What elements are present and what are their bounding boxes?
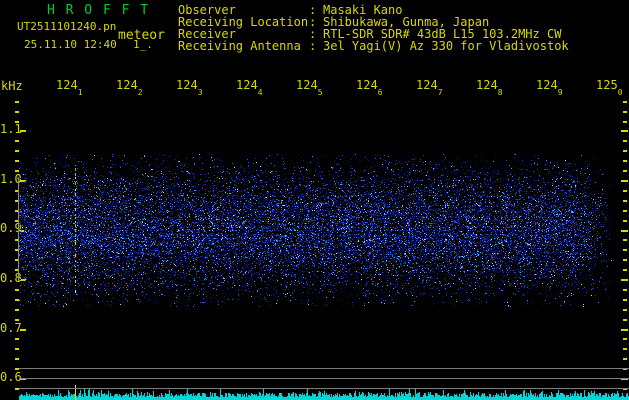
info-row: Receiving Antenna:3el Yagi(V) Az 330 for…	[178, 40, 569, 52]
hrofft-frame: H R O F F T UT2511101240.pn meteor 25.11…	[0, 0, 629, 400]
band-edge-line	[18, 178, 19, 281]
capture-filename: UT2511101240.pn	[17, 20, 117, 33]
signal-gridline	[19, 368, 629, 369]
freq-axis-unit: kHz	[1, 79, 23, 93]
time-tick-label: 1246	[356, 78, 383, 97]
freq-tick-label: 0.6	[0, 370, 22, 384]
time-tick-label: 1244	[236, 78, 263, 97]
info-colon: :	[309, 39, 317, 53]
capture-datetime: 25.11.10 12:40	[24, 38, 117, 51]
app-logo: H R O F F T	[47, 3, 150, 18]
time-tick-label: 1249	[536, 78, 563, 97]
signal-level-canvas	[19, 384, 629, 400]
counter-text: 1_.	[133, 38, 153, 51]
info-key: Receiving Antenna	[178, 39, 301, 53]
time-tick-label: 1248	[476, 78, 503, 97]
time-tick-label: 1242	[116, 78, 143, 97]
time-tick-label: 1245	[296, 78, 323, 97]
signal-gridline	[19, 388, 629, 389]
time-tick-label: 1250	[596, 78, 623, 97]
info-value: 3el Yagi(V) Az 330 for Vladivostok	[323, 39, 569, 53]
spectrogram-canvas	[19, 100, 629, 360]
time-tick-label: 1247	[416, 78, 443, 97]
time-tick-label: 1243	[176, 78, 203, 97]
signal-gridline	[19, 378, 629, 379]
time-tick-label: 1241	[56, 78, 83, 97]
